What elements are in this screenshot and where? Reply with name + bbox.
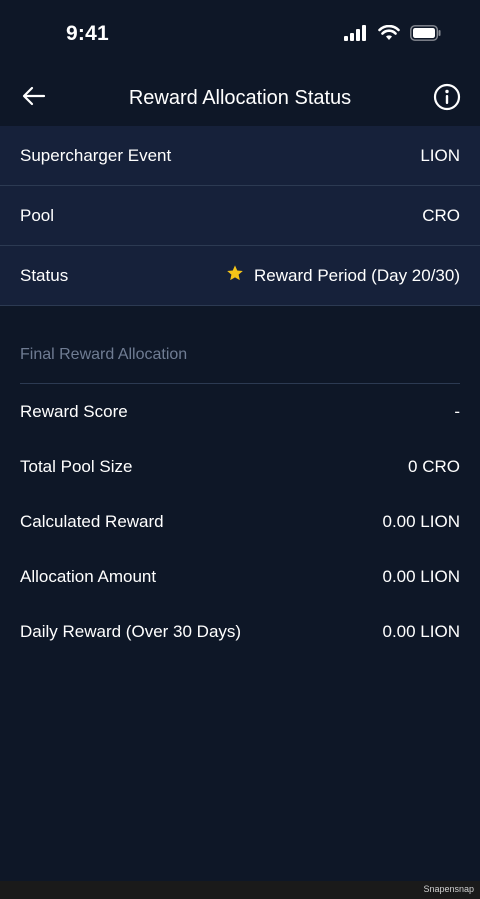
total-pool-size-value: 0 CRO <box>408 456 460 476</box>
summary-row-pool: Pool CRO <box>0 186 480 246</box>
battery-icon <box>410 25 442 46</box>
detail-row-calculated-reward: Calculated Reward 0.00 LION <box>20 494 460 549</box>
status-label: Status <box>20 265 69 285</box>
summary-card: Supercharger Event LION Pool CRO Status … <box>0 126 480 306</box>
final-allocation-section: Final Reward Allocation Reward Score - T… <box>20 330 460 659</box>
pool-value: CRO <box>422 205 460 225</box>
info-circle-icon <box>433 83 461 116</box>
nav-bar: Reward Allocation Status <box>0 70 480 126</box>
calculated-reward-label: Calculated Reward <box>20 511 164 531</box>
status-value: Reward Period (Day 20/30) <box>226 264 460 287</box>
detail-row-allocation-amount: Allocation Amount 0.00 LION <box>20 549 460 604</box>
summary-row-event: Supercharger Event LION <box>0 126 480 186</box>
allocation-amount-label: Allocation Amount <box>20 566 157 586</box>
status-bar: 9:41 <box>0 0 480 70</box>
calculated-reward-value: 0.00 LION <box>382 511 461 531</box>
total-pool-size-label: Total Pool Size <box>20 456 133 476</box>
cellular-signal-icon <box>344 25 368 46</box>
page-title: Reward Allocation Status <box>128 87 352 109</box>
detail-row-total-pool-size: Total Pool Size 0 CRO <box>20 439 460 494</box>
star-icon <box>226 264 244 287</box>
detail-row-daily-reward: Daily Reward (Over 30 Days) 0.00 LION <box>20 604 460 659</box>
watermark-text: Snapensnap <box>423 884 474 894</box>
wifi-icon <box>378 24 400 46</box>
daily-reward-value: 0.00 LION <box>382 621 461 641</box>
status-icons <box>344 24 442 46</box>
daily-reward-label: Daily Reward (Over 30 Days) <box>20 621 242 641</box>
summary-row-status: Status Reward Period (Day 20/30) <box>0 246 480 306</box>
pool-label: Pool <box>20 205 55 225</box>
status-time: 9:41 <box>66 22 109 45</box>
info-button[interactable] <box>432 83 462 116</box>
status-text: Reward Period (Day 20/30) <box>254 265 460 285</box>
reward-score-label: Reward Score <box>20 401 128 421</box>
event-label: Supercharger Event <box>20 145 172 165</box>
event-value: LION <box>420 145 460 165</box>
detail-row-reward-score: Reward Score - <box>20 384 460 439</box>
allocation-amount-value: 0.00 LION <box>382 566 461 586</box>
footer-bar: Snapensnap <box>0 881 480 899</box>
section-title: Final Reward Allocation <box>20 330 460 384</box>
reward-score-value: - <box>454 401 460 421</box>
